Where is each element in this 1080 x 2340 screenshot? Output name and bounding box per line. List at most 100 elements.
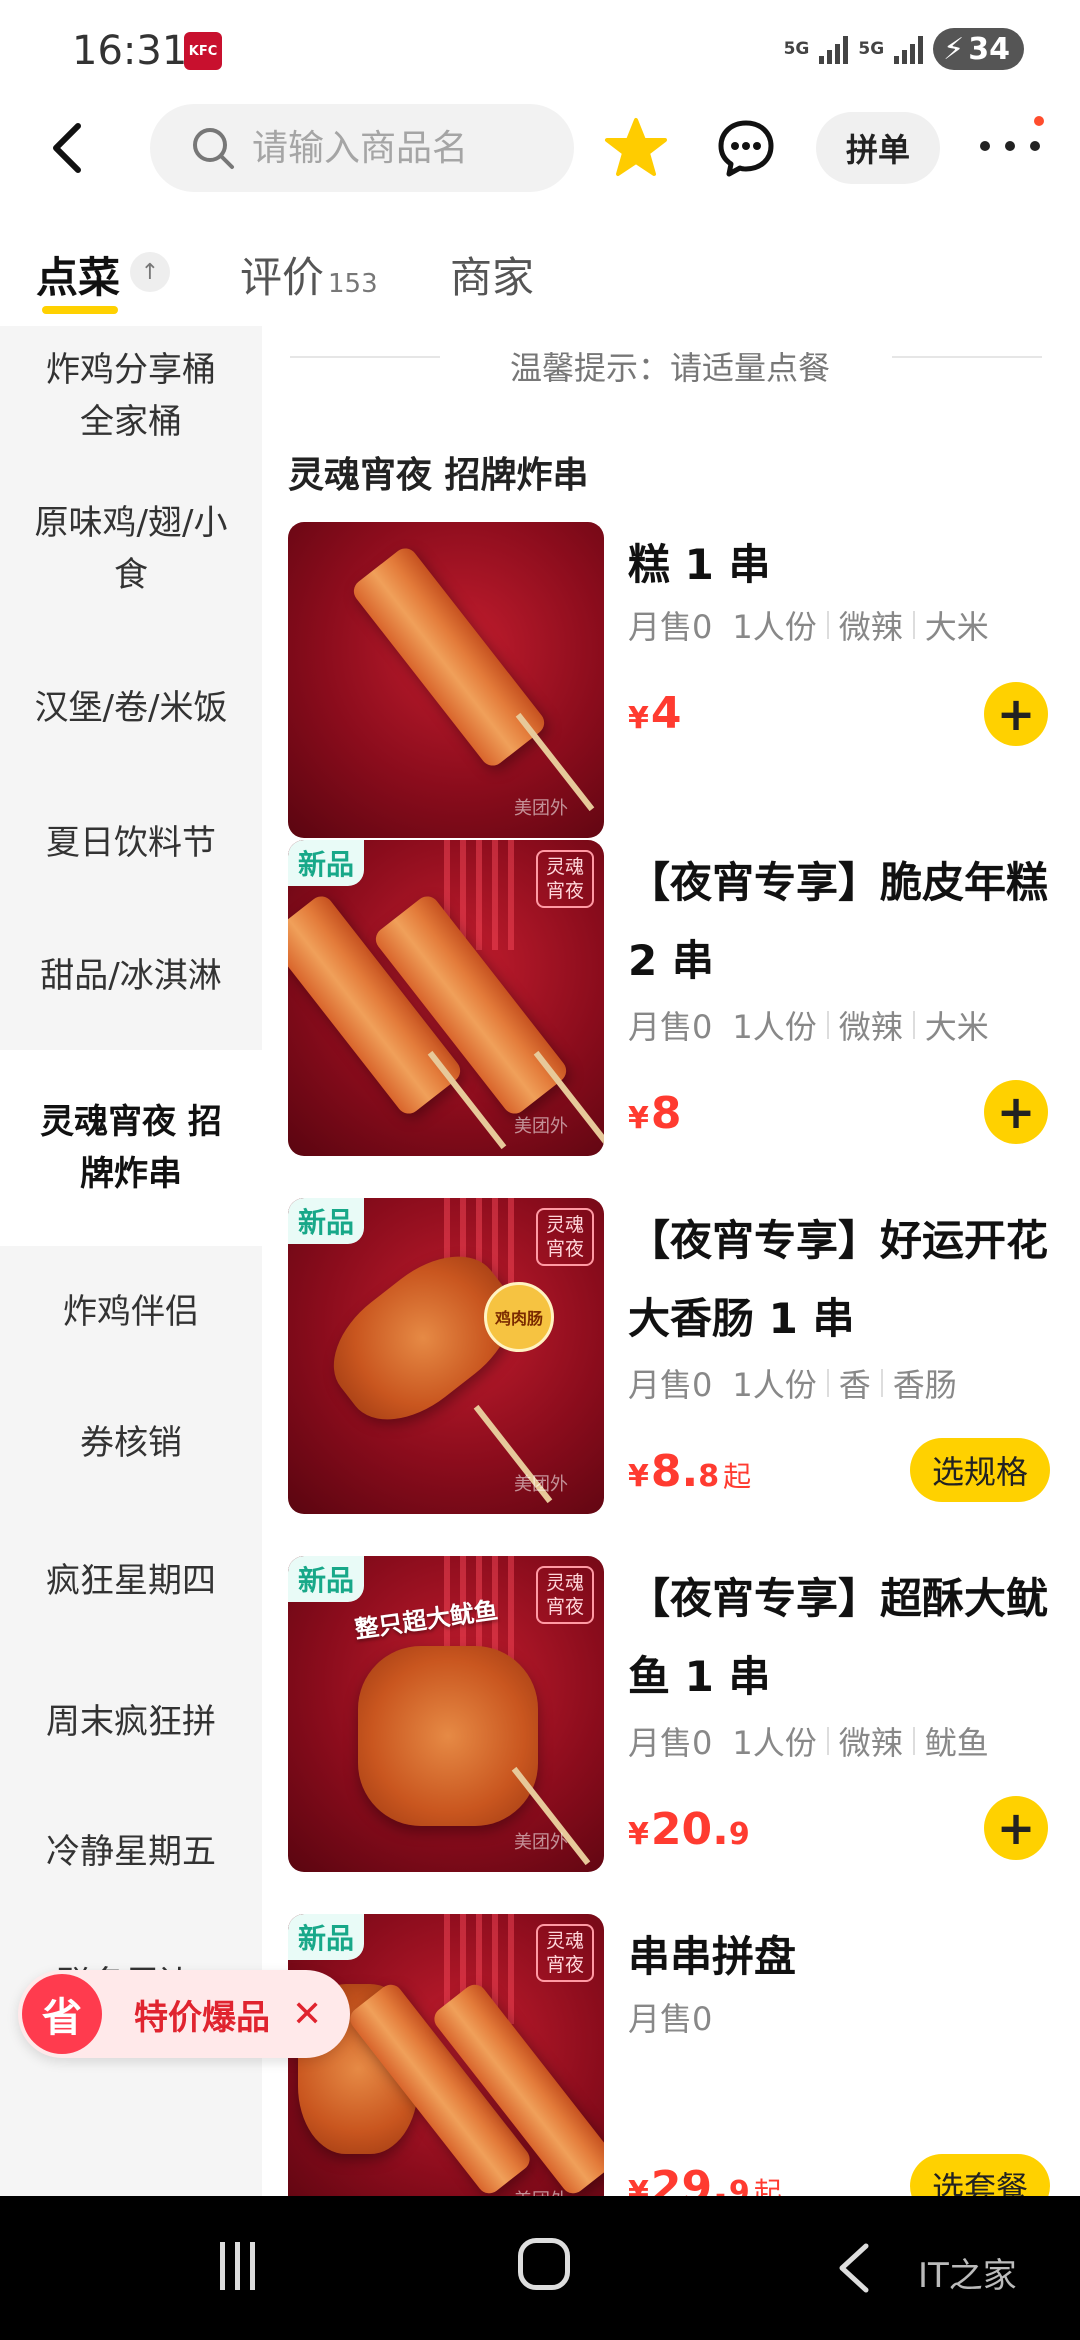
menu-content[interactable]: 温馨提示：请适量点餐 灵魂宵夜 招牌炸串 美团外 糕 1 串 月售0 1人份 微… bbox=[262, 326, 1080, 2196]
sidebar-item-weekend-crazy[interactable]: 周末疯狂拼 bbox=[0, 1654, 262, 1790]
battery-indicator: ⚡ 34 bbox=[933, 28, 1024, 70]
sidebar-item-original-chicken[interactable]: 原味鸡/翅/小食 bbox=[0, 466, 262, 632]
menu-item[interactable]: 新品 灵魂宵夜 鸡肉肠 美团外 【夜宵专享】好运开花大香肠 1 串 月售0 1人… bbox=[288, 1198, 1068, 1516]
ingredient: 大米 bbox=[924, 1008, 989, 1046]
price-value: 8 bbox=[650, 1088, 682, 1139]
price-value: 29. bbox=[650, 2162, 729, 2196]
system-navigation-bar: IT之家 bbox=[0, 2196, 1080, 2340]
choose-set-button[interactable]: 选套餐 bbox=[910, 2154, 1050, 2196]
flavor: 香 bbox=[838, 1366, 871, 1404]
sidebar-item-label: 炸鸡分享桶全家桶 bbox=[46, 350, 216, 442]
tab-reviews[interactable]: 评价 153 bbox=[240, 244, 378, 305]
image-watermark: 美团外 bbox=[514, 1474, 568, 1495]
message-icon[interactable] bbox=[716, 118, 776, 178]
kfc-app-icon: KFC bbox=[184, 32, 222, 70]
tab-merchant[interactable]: 商家 bbox=[450, 244, 534, 305]
serving-size: 1人份 bbox=[732, 1724, 817, 1762]
sidebar-item-chicken-companion[interactable]: 炸鸡伴侣 bbox=[0, 1246, 262, 1378]
product-image[interactable]: 新品 灵魂宵夜 美团外 bbox=[288, 840, 604, 1156]
sidebar-item-late-night-skewers[interactable]: 灵魂宵夜 招牌炸串 bbox=[0, 1050, 262, 1246]
menu-item[interactable]: 美团外 糕 1 串 月售0 1人份 微辣 大米 ¥ 4 + bbox=[288, 522, 1068, 840]
sidebar-item-label: 周末疯狂拼 bbox=[46, 1702, 216, 1742]
product-image[interactable]: 新品 灵魂宵夜 美团外 bbox=[288, 1914, 604, 2196]
status-time: 16:31 bbox=[72, 28, 188, 74]
sidebar-item-calm-friday[interactable]: 冷静星期五 bbox=[0, 1790, 262, 1914]
serving-size: 1人份 bbox=[732, 1008, 817, 1046]
spice-level: 微辣 bbox=[838, 1008, 903, 1046]
monthly-sales: 月售0 bbox=[628, 608, 713, 646]
sort-top-icon[interactable]: ↑ bbox=[130, 252, 170, 292]
sidebar-item-label: 原味鸡/翅/小食 bbox=[34, 503, 228, 595]
search-box[interactable] bbox=[150, 104, 574, 192]
product-image[interactable]: 美团外 bbox=[288, 522, 604, 838]
search-input[interactable] bbox=[252, 127, 552, 169]
product-price: ¥ 8 bbox=[628, 1088, 682, 1139]
product-tags: 月售0 1人份 香 香肠 bbox=[628, 1360, 957, 1406]
back-icon[interactable] bbox=[40, 118, 100, 178]
more-options-icon[interactable] bbox=[980, 126, 1040, 166]
tab-merchant-label: 商家 bbox=[450, 253, 535, 302]
sidebar-item-crazy-thursday[interactable]: 疯狂星期四 bbox=[0, 1508, 262, 1654]
sidebar-item-label: 炸鸡伴侣 bbox=[63, 1292, 199, 1332]
sidebar-item-family-bucket[interactable]: 炸鸡分享桶全家桶 bbox=[0, 326, 262, 466]
price-from-suffix: 起 bbox=[723, 1460, 752, 1493]
add-to-cart-button[interactable]: + bbox=[984, 682, 1048, 746]
sidebar-item-label: 冷静星期五 bbox=[46, 1832, 216, 1872]
add-to-cart-button[interactable]: + bbox=[984, 1080, 1048, 1144]
sidebar-item-label: 汉堡/卷/米饭 bbox=[34, 688, 228, 728]
serving-size: 1人份 bbox=[732, 1366, 817, 1404]
tab-order[interactable]: 点菜 bbox=[36, 244, 120, 305]
currency-symbol: ¥ bbox=[628, 1817, 649, 1852]
late-night-badge: 灵魂宵夜 bbox=[536, 1566, 594, 1624]
product-image[interactable]: 新品 灵魂宵夜 整只超大鱿鱼 美团外 bbox=[288, 1556, 604, 1872]
promo-label: 特价爆品 bbox=[134, 1997, 270, 2038]
status-bar: 16:31 KFC 5G 5G ⚡ 34 bbox=[0, 0, 1080, 100]
savings-icon: 省 bbox=[22, 1974, 102, 2054]
status-indicators: 5G 5G ⚡ 34 bbox=[784, 28, 1024, 70]
top-bar: 拼单 bbox=[0, 100, 1080, 200]
sidebar-item-coupon-redeem[interactable]: 券核销 bbox=[0, 1378, 262, 1508]
favorite-star-icon[interactable] bbox=[604, 116, 668, 180]
sidebar-item-burger[interactable]: 汉堡/卷/米饭 bbox=[0, 632, 262, 784]
choose-spec-button[interactable]: 选规格 bbox=[910, 1438, 1050, 1502]
recent-apps-icon[interactable] bbox=[220, 2242, 255, 2290]
new-badge: 新品 bbox=[288, 840, 364, 886]
tab-order-label: 点菜 bbox=[36, 253, 121, 302]
monthly-sales: 月售0 bbox=[628, 1366, 713, 1404]
category-sidebar[interactable]: 炸鸡分享桶全家桶 原味鸡/翅/小食 汉堡/卷/米饭 夏日饮料节 甜品/冰淇淋 灵… bbox=[0, 326, 262, 2196]
image-watermark: 美团外 bbox=[514, 798, 568, 819]
order-tip: 温馨提示：请适量点餐 bbox=[509, 349, 830, 387]
spice-level: 微辣 bbox=[838, 608, 903, 646]
menu-item[interactable]: 新品 灵魂宵夜 美团外 【夜宵专享】脆皮年糕 2 串 月售0 1人份 微辣 大米… bbox=[288, 840, 1068, 1158]
product-image[interactable]: 新品 灵魂宵夜 鸡肉肠 美团外 bbox=[288, 1198, 604, 1514]
sidebar-item-label: 疯狂星期四 bbox=[46, 1561, 216, 1601]
special-deals-banner[interactable]: 省 特价爆品 ✕ bbox=[18, 1970, 350, 2058]
network-5g-icon-2: 5G bbox=[858, 38, 885, 59]
price-value: 20. bbox=[650, 1804, 729, 1855]
home-icon[interactable] bbox=[518, 2238, 570, 2290]
menu-item[interactable]: 新品 灵魂宵夜 整只超大鱿鱼 美团外 【夜宵专享】超酥大鱿鱼 1 串 月售0 1… bbox=[288, 1556, 1068, 1874]
source-watermark: IT之家 bbox=[918, 2256, 1017, 2296]
late-night-badge: 灵魂宵夜 bbox=[536, 850, 594, 908]
product-tags: 月售0 1人份 微辣 大米 bbox=[628, 602, 989, 648]
monthly-sales: 月售0 bbox=[628, 1724, 713, 1762]
product-price: ¥ 4 bbox=[628, 688, 682, 739]
ingredient: 香肠 bbox=[892, 1366, 957, 1404]
price-decimal: 9 bbox=[728, 1817, 750, 1852]
new-badge: 新品 bbox=[288, 1198, 364, 1244]
back-nav-icon[interactable] bbox=[830, 2240, 880, 2296]
menu-item[interactable]: 新品 灵魂宵夜 美团外 串串拼盘 月售0 ¥ 29. 9 起 选套餐 bbox=[288, 1914, 1068, 2196]
currency-symbol: ¥ bbox=[628, 1459, 649, 1494]
late-night-badge: 灵魂宵夜 bbox=[536, 1924, 594, 1982]
sidebar-item-dessert[interactable]: 甜品/冰淇淋 bbox=[0, 902, 262, 1050]
chicken-sausage-badge: 鸡肉肠 bbox=[484, 1282, 554, 1352]
group-order-button[interactable]: 拼单 bbox=[816, 112, 940, 184]
currency-symbol: ¥ bbox=[628, 2175, 649, 2196]
close-icon[interactable]: ✕ bbox=[292, 1994, 322, 2035]
product-tags: 月售0 1人份 微辣 鱿鱼 bbox=[628, 1718, 989, 1764]
sidebar-item-summer-drinks[interactable]: 夏日饮料节 bbox=[0, 784, 262, 902]
late-night-badge: 灵魂宵夜 bbox=[536, 1208, 594, 1266]
active-tab-indicator bbox=[42, 306, 118, 314]
ingredient: 大米 bbox=[924, 608, 989, 646]
add-to-cart-button[interactable]: + bbox=[984, 1796, 1048, 1860]
